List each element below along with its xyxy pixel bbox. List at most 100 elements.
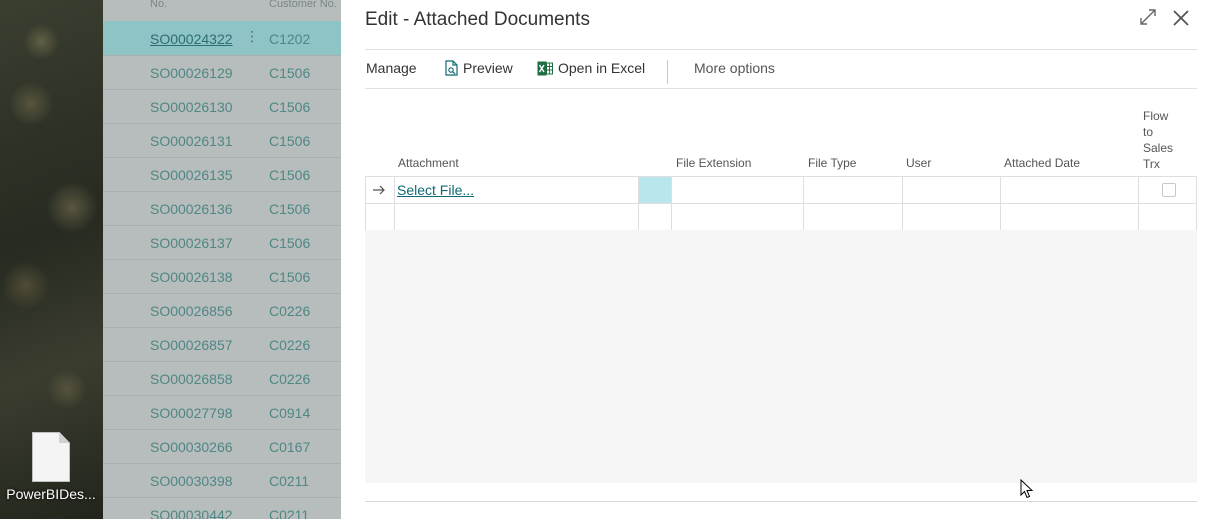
list-item[interactable]: SO00030266 C0167 [103, 429, 341, 464]
manage-button[interactable]: Manage [366, 60, 417, 76]
order-number[interactable]: SO00026858 [150, 371, 233, 387]
customer-number: C1202 [269, 31, 311, 47]
list-item[interactable]: SO00026137 C1506 [103, 225, 341, 260]
flow-header-line: Sales [1143, 141, 1174, 155]
customer-number: C1506 [269, 133, 311, 149]
flow-to-sales-trx-cell [1138, 204, 1198, 230]
customer-number: C0226 [269, 371, 311, 387]
list-item[interactable]: SO00026135 C1506 [103, 157, 341, 192]
flow-header-line: to [1143, 125, 1154, 139]
file-extension-cell[interactable] [671, 204, 803, 230]
grid-header: Attachment File Extension File Type User… [365, 100, 1197, 176]
order-number[interactable]: SO00030442 [150, 507, 233, 519]
attached-date-cell[interactable] [1000, 204, 1138, 230]
manage-label: Manage [366, 60, 417, 76]
document-preview-icon [445, 60, 458, 76]
customer-number: C1506 [269, 99, 311, 115]
order-number[interactable]: SO00030266 [150, 439, 233, 455]
table-row[interactable]: Select File... [365, 176, 1197, 204]
open-in-excel-button[interactable]: Open in Excel [537, 60, 645, 76]
order-number[interactable]: SO00026136 [150, 201, 233, 217]
order-number[interactable]: SO00026857 [150, 337, 233, 353]
order-number[interactable]: SO00026135 [150, 167, 233, 183]
row-menu-icon[interactable]: ⋮ [245, 28, 259, 45]
column-header-file-extension[interactable]: File Extension [676, 156, 751, 170]
dialog-title: Edit - Attached Documents [365, 9, 590, 30]
list-item[interactable]: SO00026131 C1506 [103, 123, 341, 158]
mouse-pointer-icon [1020, 479, 1034, 499]
customer-number: C1506 [269, 201, 311, 217]
column-header-user[interactable]: User [906, 156, 931, 170]
flow-header-line: Flow [1143, 109, 1169, 123]
order-number[interactable]: SO00027798 [150, 405, 233, 421]
column-header-file-type[interactable]: File Type [808, 156, 856, 170]
list-item[interactable]: SO00024322 ⋮ C1202 [103, 21, 341, 56]
preview-label: Preview [463, 60, 513, 76]
more-options-label: More options [694, 60, 775, 76]
list-item[interactable]: SO00027798 C0914 [103, 395, 341, 430]
list-item[interactable]: SO00030398 C0211 [103, 463, 341, 498]
attached-date-cell[interactable] [1000, 177, 1138, 203]
footer-divider [365, 501, 1197, 502]
user-cell[interactable] [902, 177, 1000, 203]
attachment-cell[interactable] [394, 204, 638, 230]
flow-to-sales-trx-checkbox[interactable] [1161, 183, 1176, 197]
customer-number: C1506 [269, 235, 311, 251]
file-extension-cell[interactable] [671, 177, 803, 203]
toolbar-divider [667, 60, 668, 84]
order-number[interactable]: SO00026138 [150, 269, 233, 285]
sales-order-list-background: No. Customer No. SO00024322 ⋮ C1202 SO00026… [103, 0, 341, 519]
customer-number: C1506 [269, 269, 311, 285]
order-number[interactable]: SO00026856 [150, 303, 233, 319]
customer-number: C0211 [269, 507, 310, 519]
column-header-attached-date[interactable]: Attached Date [1004, 156, 1080, 170]
desktop-file-shortcut[interactable]: PowerBIDes... [2, 430, 100, 502]
order-number[interactable]: SO00026130 [150, 99, 233, 115]
grid-empty-area [365, 230, 1197, 483]
flow-to-sales-trx-cell [1138, 177, 1198, 203]
list-item[interactable]: SO00026857 C0226 [103, 327, 341, 362]
file-icon [32, 432, 70, 482]
order-number[interactable]: SO00026131 [150, 133, 233, 149]
table-row[interactable] [365, 203, 1197, 231]
expand-icon[interactable] [1139, 8, 1157, 26]
select-file-link[interactable]: Select File... [397, 182, 474, 198]
list-item[interactable]: SO00026130 C1506 [103, 89, 341, 124]
close-icon[interactable] [1171, 8, 1191, 28]
file-type-cell[interactable] [803, 177, 902, 203]
column-header-customer-no[interactable]: Customer No. [269, 0, 337, 10]
title-divider [365, 49, 1197, 50]
list-header: No. Customer No. [103, 0, 341, 14]
user-cell[interactable] [902, 204, 1000, 230]
more-options-button[interactable]: More options [694, 60, 775, 76]
list-item[interactable]: SO00030442 C0211 [103, 497, 341, 519]
customer-number: C1506 [269, 65, 311, 81]
indicator-cell [638, 204, 671, 230]
column-header-flow-to-sales-trx[interactable]: Flow to Sales Trx [1143, 108, 1173, 172]
customer-number: C0167 [269, 439, 311, 455]
selected-cell[interactable] [638, 177, 671, 203]
list-item[interactable]: SO00026858 C0226 [103, 361, 341, 396]
list-item[interactable]: SO00026129 C1506 [103, 55, 341, 90]
attached-documents-dialog: Edit - Attached Documents Manage Preview [341, 0, 1211, 519]
excel-icon [537, 61, 553, 75]
customer-number: C1506 [269, 167, 311, 183]
desktop-icon-label: PowerBIDes... [6, 486, 96, 502]
attachments-grid: Select File... [365, 176, 1197, 231]
preview-button[interactable]: Preview [445, 60, 513, 76]
open-in-excel-label: Open in Excel [558, 60, 646, 76]
column-header-attachment[interactable]: Attachment [398, 156, 459, 170]
order-number[interactable]: SO00026129 [150, 65, 233, 81]
customer-number: C0226 [269, 337, 311, 353]
attachment-cell[interactable]: Select File... [394, 177, 640, 203]
order-number[interactable]: SO00030398 [150, 473, 233, 489]
order-number[interactable]: SO00024322 [150, 31, 233, 47]
customer-number: C0914 [269, 405, 311, 421]
list-item[interactable]: SO00026136 C1506 [103, 191, 341, 226]
order-number[interactable]: SO00026137 [150, 235, 233, 251]
column-header-no[interactable]: No. [150, 0, 167, 10]
customer-number: C0211 [269, 473, 310, 489]
list-item[interactable]: SO00026856 C0226 [103, 293, 341, 328]
file-type-cell[interactable] [803, 204, 902, 230]
list-item[interactable]: SO00026138 C1506 [103, 259, 341, 294]
